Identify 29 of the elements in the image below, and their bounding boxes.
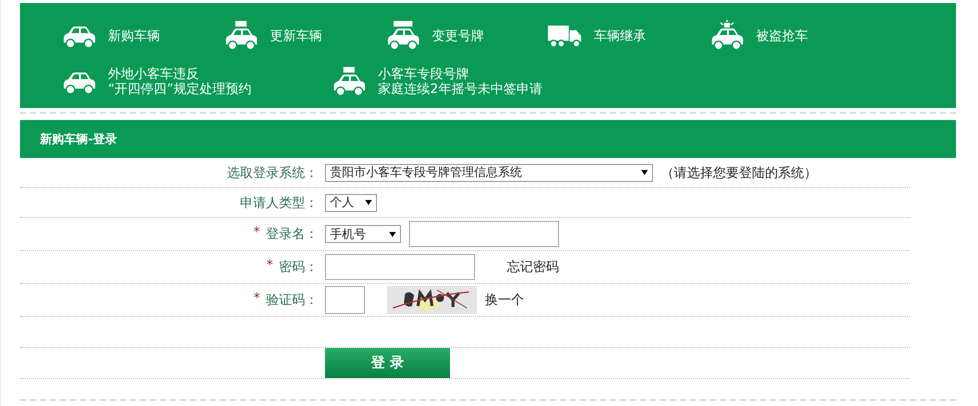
field-label: 密码： bbox=[279, 259, 318, 276]
dropdown[interactable]: 手机号 bbox=[325, 225, 401, 243]
caret-icon bbox=[389, 232, 396, 236]
nav-link[interactable]: 新购车辆 bbox=[108, 28, 160, 44]
panel-title: 新购车辆-登录 bbox=[40, 130, 117, 148]
password-field[interactable] bbox=[325, 254, 475, 280]
nav-link[interactable]: 被盗抢车 bbox=[756, 28, 808, 44]
nav-link[interactable]: 更新车辆 bbox=[270, 28, 322, 44]
field-label: 选取登录系统： bbox=[227, 164, 318, 182]
required-mark: * bbox=[266, 258, 273, 275]
nav-link[interactable]: 外地小客车违反 “开四停四”规定处理预约 bbox=[108, 67, 252, 97]
required-mark: * bbox=[254, 291, 260, 308]
field-label: 登录名： bbox=[266, 226, 318, 243]
nav-link[interactable]: 小客车专段号牌 家庭连续2年摇号未中签申请 bbox=[378, 67, 542, 97]
dropdown[interactable]: 贵阳市小客车专段号牌管理信息系统 bbox=[325, 164, 653, 182]
captcha-field[interactable] bbox=[325, 286, 365, 314]
dropdown[interactable]: 个人 bbox=[325, 194, 377, 212]
caret-icon bbox=[365, 200, 372, 205]
login-button[interactable]: 登 录 bbox=[325, 348, 450, 378]
input-field[interactable] bbox=[409, 221, 559, 247]
caret-icon bbox=[641, 170, 648, 175]
refresh-captcha-link[interactable]: 换一个 bbox=[485, 291, 524, 309]
hint-text: （请选择您要登陆的系统） bbox=[661, 164, 817, 182]
nav-link[interactable]: 车辆继承 bbox=[594, 28, 646, 44]
field-label: 申请人类型： bbox=[240, 194, 318, 212]
nav-link[interactable]: 变更号牌 bbox=[432, 28, 484, 44]
field-label: 验证码： bbox=[266, 292, 318, 309]
required-mark: * bbox=[254, 225, 260, 242]
forgot-password-link[interactable]: 忘记密码 bbox=[507, 258, 559, 276]
